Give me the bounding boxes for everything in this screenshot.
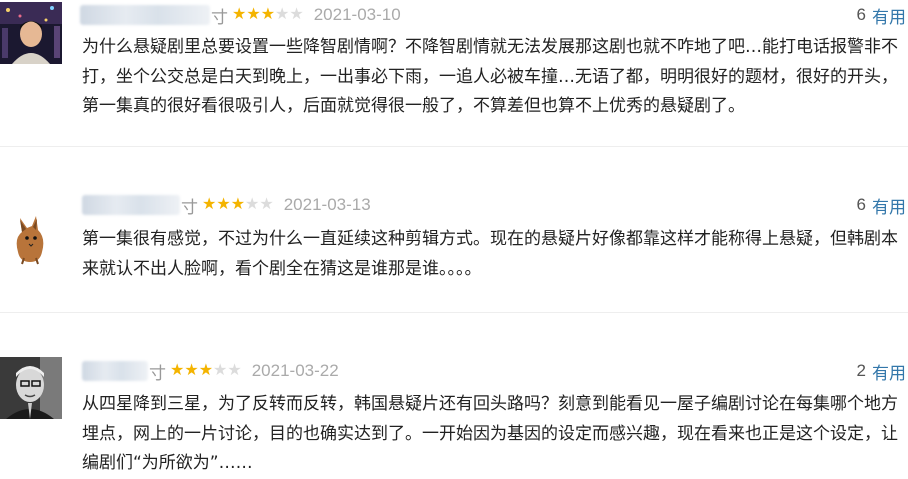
comment-meta: 寸 ★ ★ ★ ★ ★ 2021-03-10 — [80, 3, 401, 27]
useful-vote: 6 有用 — [857, 3, 906, 27]
comment-item: 寸 ★ ★ ★ ★ ★ 2021-03-10 6 有用 为什么悬疑剧里总要设置一… — [0, 0, 908, 140]
star-empty-icon: ★ — [259, 196, 274, 213]
comment-item: 寸 ★ ★ ★ ★ ★ 2021-03-13 6 有用 第一集很有感觉，不过为什… — [0, 190, 908, 290]
comment-text: 从四星降到三星，为了反转而反转，韩国悬疑片还有回头路吗？刻意到能看见一屋子编剧讨… — [82, 394, 898, 473]
comment-text: 第一集很有感觉，不过为什么一直延续这种剪辑方式。现在的悬疑片好像都靠这样才能称得… — [82, 229, 898, 279]
star-icon: ★ — [230, 196, 246, 213]
useful-count: 6 — [856, 5, 866, 24]
comment-text: 为什么悬疑剧里总要设置一些降智剧情啊？不降智剧情就无法发展那这剧也就不咋地了吧…… — [82, 37, 898, 116]
comment-date: 2021-03-22 — [251, 361, 339, 380]
useful-button[interactable]: 有用 — [872, 3, 906, 28]
star-empty-icon: ★ — [213, 362, 228, 379]
useful-count: 6 — [856, 195, 866, 214]
comment-item: 寸 ★ ★ ★ ★ ★ 2021-03-22 2 有用 从四星降到三星，为了反转… — [0, 357, 908, 473]
rating-stars: ★ ★ ★ ★ ★ — [232, 7, 304, 23]
star-icon: ★ — [246, 6, 261, 23]
username-suffix: 寸 — [211, 7, 228, 27]
useful-button[interactable]: 有用 — [872, 359, 906, 384]
star-icon: ★ — [260, 6, 276, 23]
rating-stars: ★ ★ ★ ★ ★ — [202, 197, 274, 213]
useful-button[interactable]: 有用 — [872, 193, 906, 218]
avatar[interactable] — [0, 357, 62, 419]
star-empty-icon: ★ — [289, 6, 304, 23]
star-icon: ★ — [216, 196, 231, 213]
useful-vote: 6 有用 — [857, 193, 906, 217]
username-blurred[interactable] — [80, 5, 210, 25]
username-blurred[interactable] — [82, 195, 180, 215]
divider — [0, 312, 908, 313]
comment-date: 2021-03-10 — [313, 5, 401, 24]
star-icon: ★ — [170, 362, 185, 379]
avatar[interactable] — [0, 208, 62, 270]
star-icon: ★ — [184, 362, 199, 379]
star-empty-icon: ★ — [245, 196, 260, 213]
comment-meta: 寸 ★ ★ ★ ★ ★ 2021-03-13 — [82, 193, 371, 217]
useful-vote: 2 有用 — [857, 359, 906, 383]
username-blurred[interactable] — [82, 361, 148, 381]
star-icon: ★ — [202, 196, 217, 213]
comment-meta: 寸 ★ ★ ★ ★ ★ 2021-03-22 — [82, 359, 339, 383]
comment-date: 2021-03-13 — [283, 195, 371, 214]
divider — [0, 146, 908, 147]
useful-count: 2 — [856, 361, 866, 380]
username-suffix: 寸 — [149, 363, 166, 383]
star-empty-icon: ★ — [275, 6, 290, 23]
username-suffix: 寸 — [181, 197, 198, 217]
star-empty-icon: ★ — [227, 362, 242, 379]
star-icon: ★ — [232, 6, 247, 23]
star-icon: ★ — [198, 362, 214, 379]
avatar[interactable] — [0, 2, 62, 64]
rating-stars: ★ ★ ★ ★ ★ — [170, 363, 242, 379]
